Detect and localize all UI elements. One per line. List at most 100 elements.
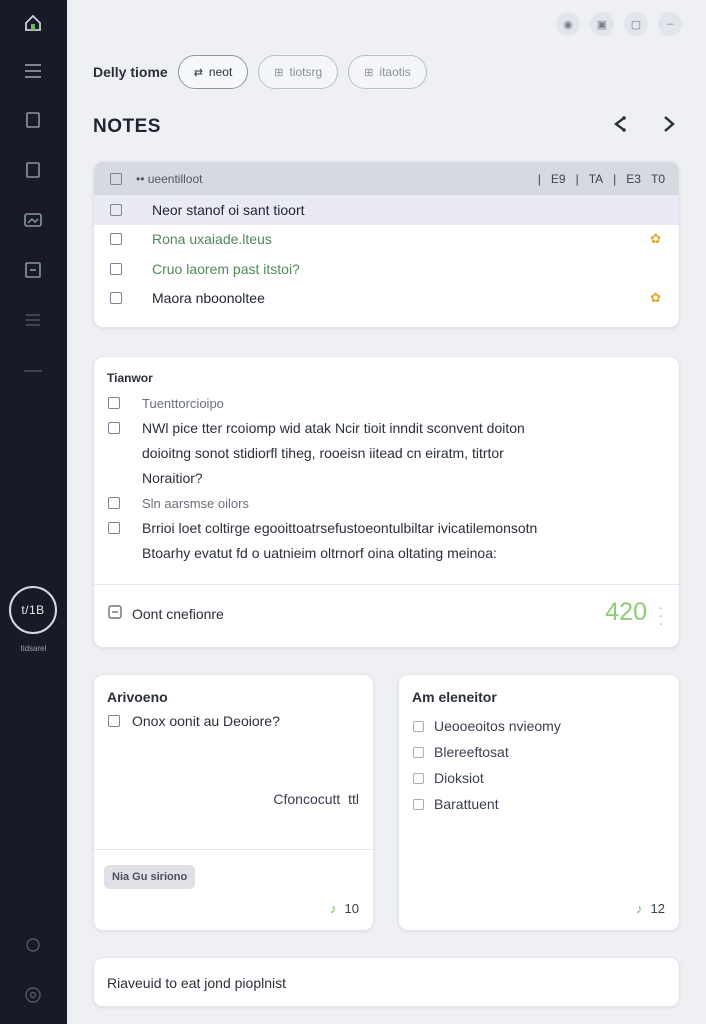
task-text: Btoarhy evatut fd o uatnieim oltrnorf oi… bbox=[142, 545, 497, 561]
music-note-icon: ♪ bbox=[330, 901, 337, 916]
task-checkbox[interactable] bbox=[108, 397, 120, 409]
item-counter: ♪ 10 bbox=[330, 901, 359, 916]
sidebar-divider bbox=[24, 370, 42, 372]
minus-icon[interactable]: – bbox=[658, 12, 682, 36]
page-title: Delly tiome bbox=[93, 64, 168, 80]
card-title: Tianwor bbox=[107, 371, 153, 385]
swap-icon: ⇄ bbox=[193, 66, 203, 79]
item-checkbox[interactable] bbox=[413, 746, 424, 758]
counter-value: 12 bbox=[650, 901, 665, 916]
row-checkbox[interactable] bbox=[110, 203, 122, 216]
status-badge[interactable]: Nia Gu siriono bbox=[104, 865, 196, 889]
table-row[interactable]: Cruo laorem past itstoi? bbox=[94, 254, 679, 284]
avatar-label: tidsarel bbox=[20, 644, 47, 653]
filter-pill-items[interactable]: ⊞ itaotis bbox=[348, 55, 427, 89]
checklist: Ueooeoitos nvieomy Blereeftosat Dioksiot… bbox=[413, 713, 561, 817]
divider bbox=[94, 849, 373, 850]
filter-pill-tasks[interactable]: ⊞ tiotsrg bbox=[258, 55, 339, 89]
column-header[interactable]: TA bbox=[589, 172, 603, 186]
row-checkbox[interactable] bbox=[110, 262, 122, 275]
column-header[interactable]: | bbox=[613, 172, 616, 186]
row-text: Rona uxaiade.lteus bbox=[152, 231, 272, 248]
task-item[interactable]: Tuenttorcioipo bbox=[108, 391, 224, 416]
task-item[interactable]: NWl pice tter rcoiomp wid atak Ncir tioi… bbox=[108, 416, 525, 491]
task-text-block: NWl pice tter rcoiomp wid atak Ncir tioi… bbox=[142, 416, 525, 491]
arivoeno-card: Arivoeno Onox oonit au Deoiore? Cfoncocu… bbox=[93, 674, 374, 931]
star-icon[interactable]: ✿ bbox=[650, 290, 661, 306]
item-checkbox[interactable] bbox=[413, 720, 424, 732]
tasks-footer[interactable]: Oont cnefionre bbox=[108, 605, 224, 622]
sidebar: t/1B tidsarel bbox=[0, 0, 67, 1024]
avatar[interactable]: t/1B bbox=[9, 586, 57, 634]
chevron-right-icon[interactable] bbox=[662, 114, 676, 140]
table-row[interactable]: Rona uxaiade.lteus ✿ bbox=[94, 225, 679, 255]
archive-icon[interactable] bbox=[20, 257, 46, 283]
task-checkbox[interactable] bbox=[108, 497, 120, 509]
record-icon[interactable]: ◉ bbox=[556, 12, 580, 36]
list-icon[interactable] bbox=[20, 307, 46, 333]
header-label: •• ueentilloot bbox=[136, 171, 203, 186]
help-icon[interactable] bbox=[20, 932, 46, 958]
column-header[interactable]: T0 bbox=[651, 172, 665, 186]
item-text: Blereeftosat bbox=[434, 744, 509, 760]
filter-pill-next[interactable]: ⇄ neot bbox=[177, 55, 249, 89]
column-header[interactable]: E3 bbox=[626, 172, 641, 186]
list-item[interactable]: Blereeftosat bbox=[413, 739, 561, 765]
pager bbox=[612, 114, 676, 140]
item-checkbox[interactable] bbox=[108, 715, 120, 727]
row-checkbox[interactable] bbox=[110, 233, 122, 246]
task-text: NWl pice tter rcoiomp wid atak Ncir tioi… bbox=[142, 420, 525, 436]
table-row[interactable]: Maora nboonoltee ✿ bbox=[94, 284, 679, 314]
column-header[interactable]: | bbox=[538, 172, 541, 186]
footer-text: Riaveuid to eat jond pioplnist bbox=[107, 975, 287, 991]
column-header[interactable]: | bbox=[576, 172, 579, 186]
table-header: •• ueentilloot | E9 | TA | E3 T0 bbox=[94, 162, 679, 195]
list-item[interactable]: Barattuent bbox=[413, 791, 561, 817]
settings-icon[interactable] bbox=[20, 982, 46, 1008]
home-icon[interactable] bbox=[20, 10, 46, 36]
card-link[interactable]: Cfoncocutt ttl bbox=[273, 791, 359, 807]
task-item[interactable]: Brrioi loet coltirge egooittoatrsefustoe… bbox=[108, 516, 537, 566]
notes-table: •• ueentilloot | E9 | TA | E3 T0 Neor st… bbox=[93, 161, 680, 328]
column-header[interactable]: E9 bbox=[551, 172, 566, 186]
row-text: Maora nboonoltee bbox=[152, 290, 265, 307]
task-text: doioitng sonot stidiorfl tiheg, rooeisn … bbox=[142, 445, 504, 461]
tasks-card: Tianwor Tuenttorcioipo NWl pice tter rco… bbox=[93, 356, 680, 648]
task-text: Brrioi loet coltirge egooittoatrsefustoe… bbox=[142, 520, 538, 536]
table-row[interactable]: Neor stanof oi sant tioort bbox=[94, 195, 679, 225]
music-note-icon: ♪ bbox=[636, 901, 643, 916]
card-title: Arivoeno bbox=[107, 689, 168, 705]
gallery-icon[interactable] bbox=[20, 207, 46, 233]
footer-card[interactable]: Riaveuid to eat jond pioplnist bbox=[93, 957, 680, 1007]
task-checkbox[interactable] bbox=[108, 422, 120, 434]
task-checkbox[interactable] bbox=[108, 522, 120, 534]
row-checkbox[interactable] bbox=[110, 292, 122, 305]
tablet-icon[interactable]: ▢ bbox=[624, 12, 648, 36]
menu-icon[interactable] bbox=[20, 58, 46, 84]
task-item[interactable]: Sln aarsmse oilors bbox=[108, 491, 249, 516]
task-text: Noraitior? bbox=[142, 470, 203, 486]
task-text: Tuenttorcioipo bbox=[142, 396, 224, 411]
select-all-checkbox[interactable] bbox=[110, 172, 122, 185]
task-text: Sln aarsmse oilors bbox=[142, 496, 249, 511]
task-text-block: Brrioi loet coltirge egooittoatrsefustoe… bbox=[142, 516, 537, 566]
list-item[interactable]: Onox oonit au Deoiore? bbox=[108, 713, 280, 729]
item-checkbox[interactable] bbox=[413, 798, 424, 810]
item-text: Ueooeoitos nvieomy bbox=[434, 718, 561, 734]
item-text: Barattuent bbox=[434, 796, 499, 812]
item-checkbox[interactable] bbox=[413, 772, 424, 784]
document-icon[interactable] bbox=[20, 107, 46, 133]
page-icon[interactable] bbox=[20, 157, 46, 183]
add-icon[interactable] bbox=[108, 605, 122, 622]
top-toolbar: ◉ ▣ ▢ – bbox=[556, 12, 682, 36]
star-icon[interactable]: ✿ bbox=[650, 231, 661, 247]
card-title: Am eleneitor bbox=[412, 689, 497, 705]
robot-icon[interactable]: ▣ bbox=[590, 12, 614, 36]
counter-value: 10 bbox=[344, 901, 359, 916]
share-icon[interactable] bbox=[612, 114, 628, 140]
more-icon[interactable]: · · · bbox=[658, 600, 663, 630]
grid-icon: ⊞ bbox=[274, 66, 284, 79]
list-item[interactable]: Dioksiot bbox=[413, 765, 561, 791]
list-item[interactable]: Ueooeoitos nvieomy bbox=[413, 713, 561, 739]
pill-label: tiotsrg bbox=[289, 65, 323, 79]
